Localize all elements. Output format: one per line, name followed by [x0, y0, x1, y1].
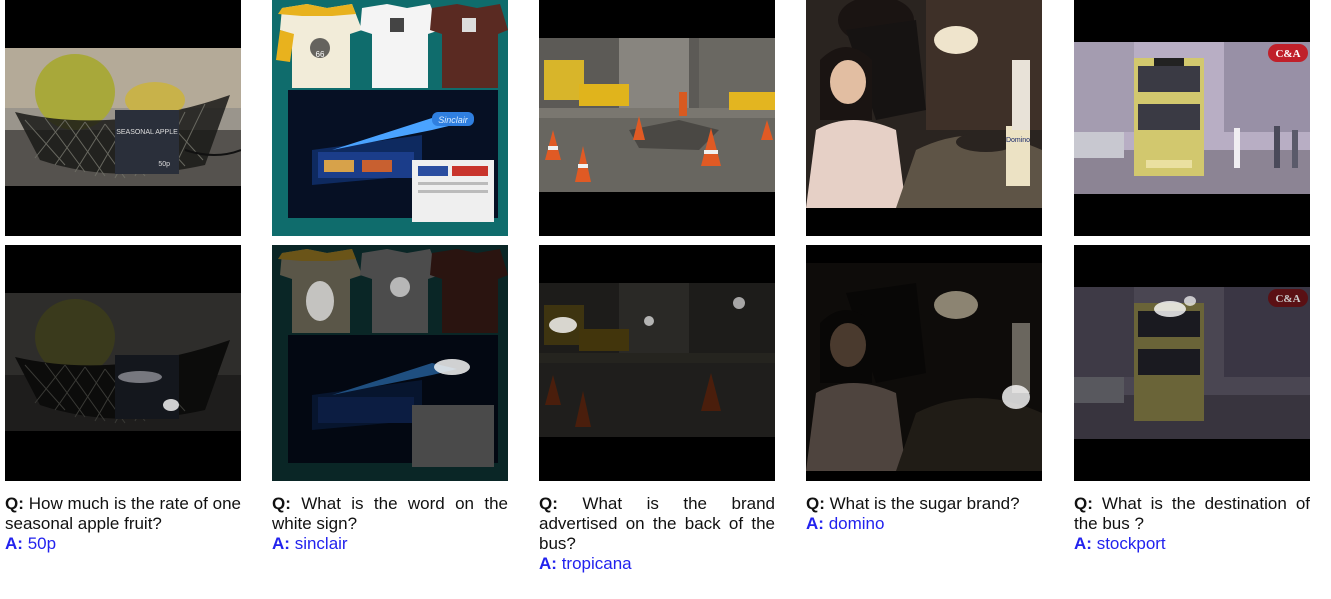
- route-66-text: 66: [316, 50, 325, 59]
- caption-3: Q: What is the brand advertised on the b…: [539, 494, 775, 574]
- answer-text: sinclair: [294, 534, 348, 553]
- question-label: Q:: [5, 494, 24, 513]
- attention-image-4: [806, 245, 1042, 481]
- original-image-3: [539, 0, 775, 236]
- question-label: Q:: [272, 494, 291, 513]
- attention-image-3: [539, 245, 775, 481]
- answer-label: A:: [1074, 534, 1092, 553]
- attention-image-1: [5, 245, 241, 481]
- question-text: What is the destination of the bus ?: [1074, 494, 1310, 533]
- caption-4: Q: What is the sugar brand? A: domino: [806, 494, 1042, 534]
- price-tag-text: 50p: [158, 161, 170, 168]
- question-text: What is the brand advertised on the back…: [539, 494, 775, 553]
- caption-1: Q: How much is the rate of one seasonal …: [5, 494, 241, 554]
- answer-label: A:: [539, 554, 557, 573]
- sinclair-sign-text: Sinclair: [438, 115, 469, 125]
- domino-can-text: Domino: [1006, 137, 1030, 144]
- question-text: What is the word on the white sign?: [272, 494, 508, 533]
- question-text: How much is the rate of one seasonal app…: [5, 494, 241, 533]
- original-image-2: Sinclair 66: [272, 0, 508, 236]
- figure: SEASONAL APPLE 50p Q: How much is the ra…: [0, 0, 1331, 599]
- caption-2: Q: What is the word on the white sign? A…: [272, 494, 508, 554]
- ca-store-logo: C&A: [1275, 48, 1300, 60]
- attention-image-5: C&A: [1074, 245, 1310, 481]
- seasonal-apple-sign-text: SEASONAL APPLE: [116, 129, 178, 136]
- original-image-1: SEASONAL APPLE 50p: [5, 0, 241, 236]
- answer-label: A:: [5, 534, 23, 553]
- answer-label: A:: [806, 514, 824, 533]
- question-label: Q:: [1074, 494, 1093, 513]
- answer-text: 50p: [27, 534, 57, 553]
- answer-text: domino: [828, 514, 885, 533]
- attention-image-2: [272, 245, 508, 481]
- question-text: What is the sugar brand?: [829, 494, 1020, 513]
- question-label: Q:: [539, 494, 558, 513]
- question-label: Q:: [806, 494, 825, 513]
- answer-text: tropicana: [561, 554, 632, 573]
- ca-store-logo: C&A: [1275, 293, 1300, 305]
- answer-text: stockport: [1096, 534, 1166, 553]
- original-image-4: Domino: [806, 0, 1042, 236]
- answer-label: A:: [272, 534, 290, 553]
- original-image-5: C&A: [1074, 0, 1310, 236]
- caption-5: Q: What is the destination of the bus ? …: [1074, 494, 1310, 554]
